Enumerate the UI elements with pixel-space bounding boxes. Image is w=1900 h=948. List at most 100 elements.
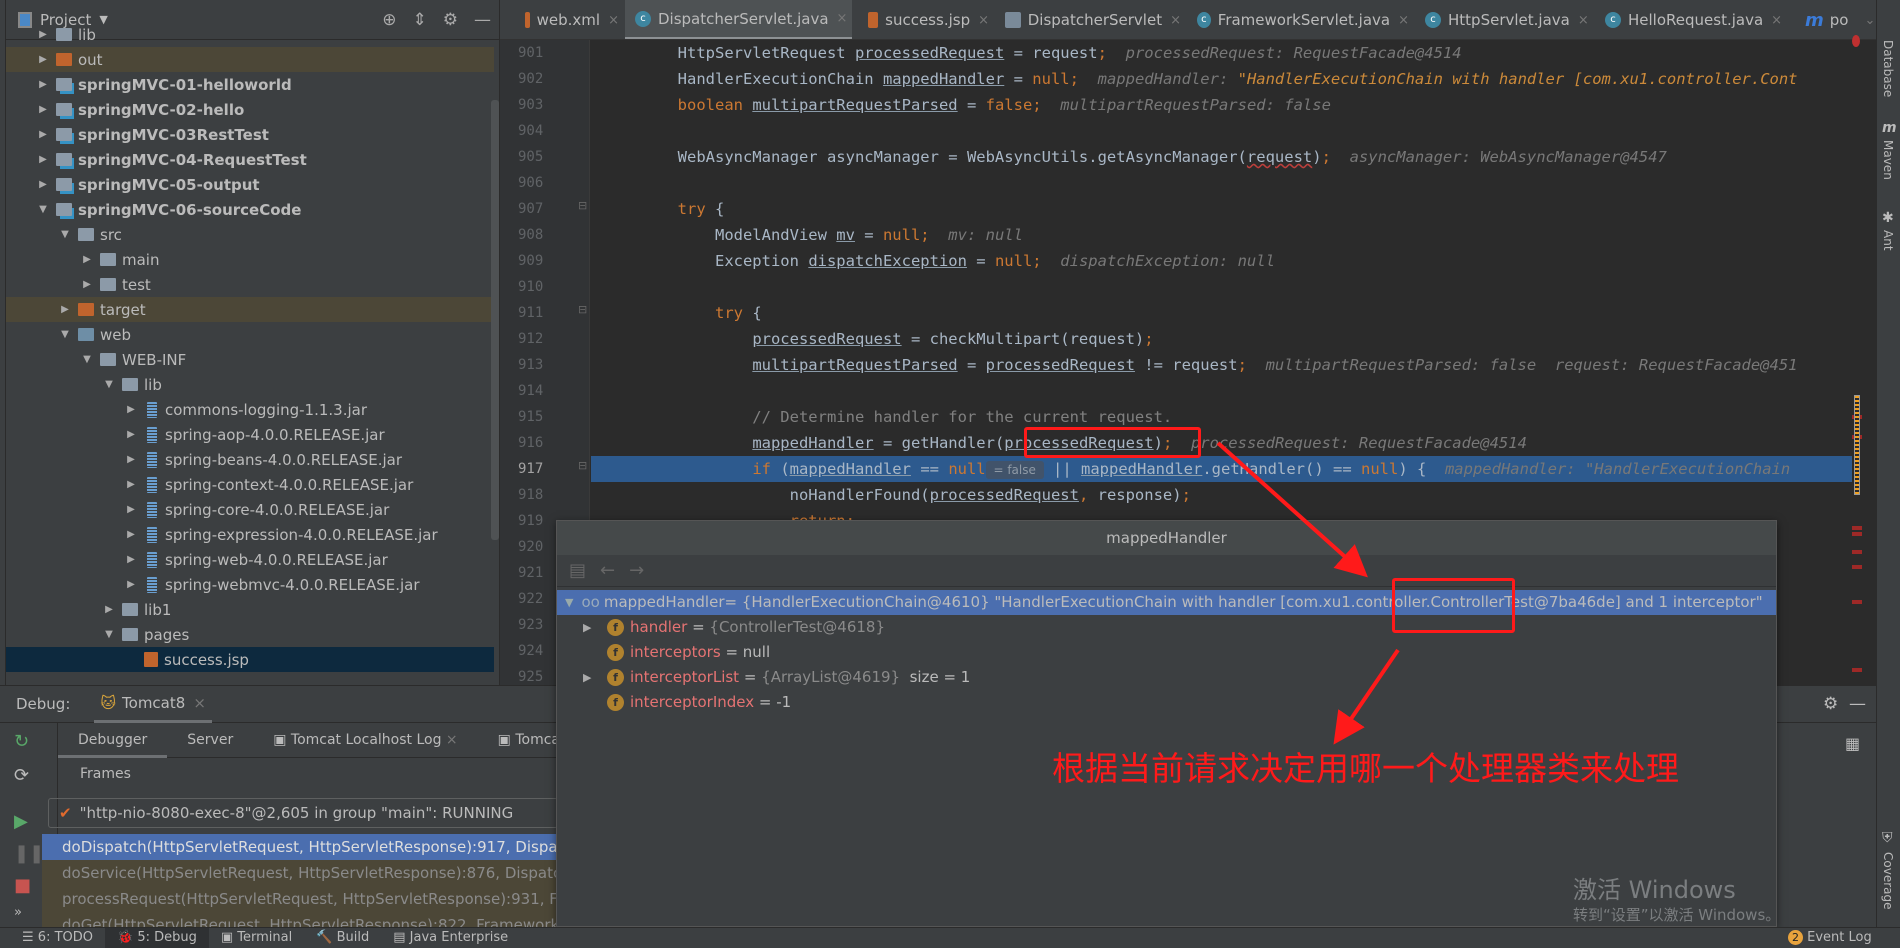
forward-arrow-icon[interactable]: → — [629, 560, 644, 581]
chevron-right-icon[interactable]: ▶ — [58, 304, 72, 315]
tree-item[interactable]: ▶ test — [6, 272, 494, 297]
close-icon[interactable]: × — [1578, 13, 1589, 28]
stack-frame[interactable]: doDispatch(HttpServletRequest, HttpServl… — [42, 834, 558, 860]
tab-dispatcherservlet[interactable]: DispatcherServlet × — [995, 0, 1181, 39]
chevron-down-icon[interactable]: ⌄ — [1864, 13, 1875, 28]
chevron-right-icon[interactable]: ▶ — [124, 404, 138, 415]
tree-item[interactable]: ▶ spring-core-4.0.0.RELEASE.jar — [6, 497, 494, 522]
chevron-down-icon[interactable]: ▼ — [36, 204, 50, 215]
chevron-right-icon[interactable]: ▶ — [583, 615, 597, 640]
chevron-down-icon[interactable]: ▼ — [102, 379, 116, 390]
chevron-right-icon[interactable]: ▶ — [36, 79, 50, 90]
error-mark[interactable] — [1852, 668, 1862, 672]
tree-item[interactable]: ▶ spring-beans-4.0.0.RELEASE.jar — [6, 447, 494, 472]
tab-frameworkservlet-java[interactable]: c FrameworkServlet.java × — [1187, 0, 1409, 39]
chevron-right-icon[interactable]: ▶ — [36, 129, 50, 140]
chevron-right-icon[interactable]: ▶ — [102, 604, 116, 615]
error-mark[interactable] — [1852, 532, 1862, 536]
tree-item[interactable]: ▼ pages — [6, 622, 494, 647]
tree-item[interactable]: success.jsp — [6, 647, 494, 672]
tree-item[interactable]: ▶ target — [6, 297, 494, 322]
java-enterprise-tool-button[interactable]: ▤ Java Enterprise — [381, 928, 520, 948]
error-stripe[interactable] — [1852, 35, 1862, 685]
chevron-down-icon[interactable]: ▼ — [565, 590, 573, 615]
tree-item[interactable]: ▶ spring-web-4.0.0.RELEASE.jar — [6, 547, 494, 572]
maven-tool-button[interactable]: Maven — [1881, 140, 1895, 180]
refresh-icon[interactable]: ⟳ — [14, 765, 29, 786]
tree-item[interactable]: ▶ out — [6, 47, 494, 72]
debug-session-tab[interactable]: 🐱 Tomcat8 × — [94, 686, 212, 723]
close-icon[interactable]: × — [837, 11, 848, 26]
error-mark[interactable] — [1852, 550, 1862, 554]
rerun-icon[interactable]: ↻ — [14, 731, 29, 752]
error-mark[interactable] — [1852, 600, 1862, 604]
fold-marker-icon[interactable]: ⊟ — [578, 303, 587, 316]
variable-field-row[interactable]: ▶ f handler = {ControllerTest@4618} — [557, 615, 1776, 640]
tab-web-xml[interactable]: web.xml × — [515, 0, 619, 39]
tree-item[interactable]: ▶ spring-webmvc-4.0.0.RELEASE.jar — [6, 572, 494, 597]
tree-item[interactable]: ▼ WEB-INF — [6, 347, 494, 372]
tree-item[interactable]: ▶ main — [6, 247, 494, 272]
minimize-icon[interactable]: — — [1849, 694, 1866, 714]
error-indicator-icon[interactable] — [1852, 35, 1860, 47]
chevron-right-icon[interactable]: ▶ — [124, 479, 138, 490]
build-tool-button[interactable]: 🔨 Build — [304, 928, 381, 948]
error-mark[interactable] — [1852, 526, 1862, 530]
close-icon[interactable]: × — [608, 13, 619, 28]
variable-field-row[interactable]: ▶ f interceptorList = {ArrayList@4619} siz… — [557, 665, 1776, 690]
tab-dispatcherservlet-java[interactable]: c DispatcherServlet.java × — [625, 0, 852, 39]
stack-frame[interactable]: processRequest(HttpServletRequest, HttpS… — [42, 886, 558, 912]
tree-item[interactable]: ▶ springMVC-03RestTest — [6, 122, 494, 147]
stack-frame[interactable]: doService(HttpServletRequest, HttpServle… — [42, 860, 558, 886]
back-arrow-icon[interactable]: ← — [600, 560, 615, 581]
pause-icon[interactable]: ❚❚ — [14, 843, 44, 864]
layout-icon[interactable]: ▦ — [1845, 734, 1860, 753]
more-icon[interactable]: » — [14, 905, 22, 920]
chevron-right-icon[interactable]: ▶ — [36, 179, 50, 190]
fold-marker-icon[interactable]: ⊟ — [578, 199, 587, 212]
tree-item[interactable]: ▶ springMVC-04-RequestTest — [6, 147, 494, 172]
close-icon[interactable]: × — [446, 732, 458, 748]
chevron-right-icon[interactable]: ▶ — [124, 504, 138, 515]
tree-item[interactable]: ▶ commons-logging-1.1.3.jar — [6, 397, 494, 422]
chevron-right-icon[interactable]: ▶ — [36, 29, 50, 40]
error-mark[interactable] — [1852, 565, 1862, 569]
database-tool-button[interactable]: Database — [1881, 40, 1895, 97]
chevron-down-icon[interactable]: ▼ — [80, 354, 94, 365]
coverage-tool-button[interactable]: Coverage — [1881, 852, 1895, 910]
tree-item[interactable]: ▶ spring-aop-4.0.0.RELEASE.jar — [6, 422, 494, 447]
tree-item[interactable]: ▶ lib — [6, 22, 494, 47]
project-scrollbar[interactable] — [491, 100, 499, 540]
tree-item[interactable]: ▶ spring-expression-4.0.0.RELEASE.jar — [6, 522, 494, 547]
tree-item[interactable]: ▶ spring-context-4.0.0.RELEASE.jar — [6, 472, 494, 497]
resume-icon[interactable]: ▶ — [14, 811, 28, 832]
close-icon[interactable]: × — [193, 694, 206, 712]
tree-item[interactable]: ▶ springMVC-05-output — [6, 172, 494, 197]
variable-field-row[interactable]: f interceptors = null — [557, 640, 1776, 665]
chevron-right-icon[interactable]: ▶ — [36, 54, 50, 65]
close-icon[interactable]: × — [1398, 13, 1409, 28]
todo-tool-button[interactable]: ☰ 6: TODO — [10, 928, 105, 948]
fold-marker-icon[interactable]: ⊟ — [578, 459, 587, 472]
gear-icon[interactable]: ⚙ — [1823, 694, 1838, 714]
chevron-right-icon[interactable]: ▶ — [36, 104, 50, 115]
variable-root-row[interactable]: ▼ oo mappedHandler = {HandlerExecutionCh… — [557, 590, 1776, 615]
watch-icon[interactable]: ▤ — [569, 560, 586, 581]
event-log-button[interactable]: 2 Event Log — [1776, 928, 1884, 948]
stop-icon[interactable]: ■ — [14, 875, 31, 896]
terminal-tool-button[interactable]: ▣ Terminal — [209, 928, 304, 948]
chevron-right-icon[interactable]: ▶ — [124, 429, 138, 440]
tab-success-jsp[interactable]: success.jsp × — [858, 0, 989, 39]
tab-debugger[interactable]: Debugger — [58, 723, 168, 758]
chevron-right-icon[interactable]: ▶ — [583, 665, 597, 690]
tree-item[interactable]: ▼ src — [6, 222, 494, 247]
chevron-right-icon[interactable]: ▶ — [124, 554, 138, 565]
chevron-right-icon[interactable]: ▶ — [36, 154, 50, 165]
tree-item[interactable]: ▼ web — [6, 322, 494, 347]
chevron-down-icon[interactable]: ▼ — [102, 629, 116, 640]
chevron-right-icon[interactable]: ▶ — [80, 279, 94, 290]
chevron-down-icon[interactable]: ▼ — [58, 329, 72, 340]
tab-hellorequest-java[interactable]: c HelloRequest.java × — [1595, 0, 1789, 39]
tree-item[interactable]: ▼ springMVC-06-sourceCode — [6, 197, 494, 222]
tree-item[interactable]: ▼ lib — [6, 372, 494, 397]
